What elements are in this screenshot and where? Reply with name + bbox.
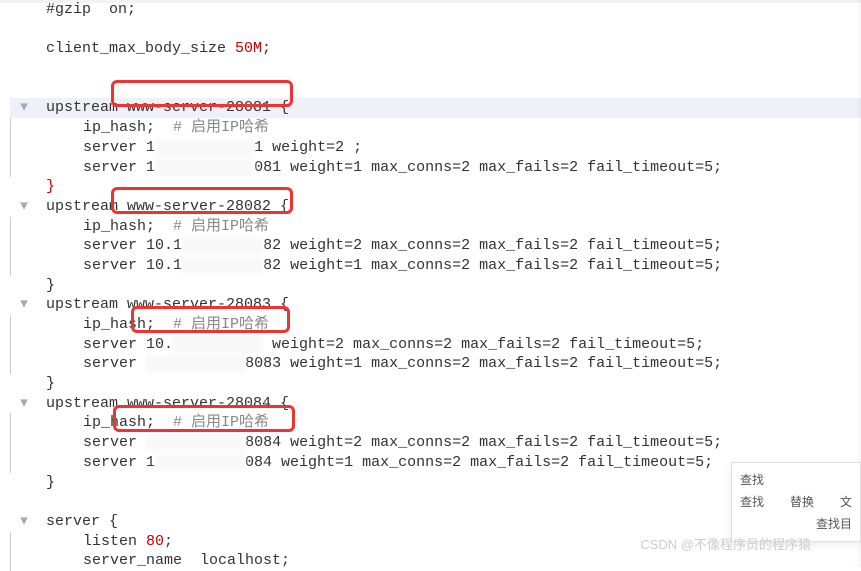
fold-icon[interactable]: ▾ [12,295,36,315]
redacted-ip [155,159,254,176]
upstream-name: www-server-28082 [118,198,280,215]
upstream-name: www-server-28084 [118,395,280,412]
fold-icon[interactable]: ▾ [12,197,36,217]
redacted-ip [155,139,254,156]
fold-icon[interactable]: ▾ [12,512,36,532]
watermark: CSDN @不像程序员的程序猿 [640,534,811,553]
code-text: client_max_body_size [46,40,235,57]
brace-close: } [46,178,55,195]
redacted-ip [146,434,245,451]
redacted-ip [182,237,263,254]
find-target-label: 查找目 [816,513,852,535]
redacted-ip [182,257,263,274]
redacted-ip [146,355,245,372]
upstream-name: www-server-28081 [118,99,280,116]
fold-icon[interactable]: ▾ [12,394,36,414]
code-text: #gzip on; [46,1,136,18]
redacted-ip [173,336,263,353]
keyword-upstream: upstream [46,99,118,116]
find-popup[interactable]: 查找 查找 替换 文 查找目 [731,462,861,542]
redacted-ip [155,454,245,471]
size-value: 50M [235,40,262,57]
comment: # 启用IP哈希 [155,119,269,136]
find-title: 查找 [740,469,764,491]
upstream-name: www-server-28083 [118,296,280,313]
find-label[interactable]: 查找 [740,491,764,513]
replace-label[interactable]: 替换 [790,491,814,513]
fold-icon[interactable]: ▾ [12,98,36,118]
